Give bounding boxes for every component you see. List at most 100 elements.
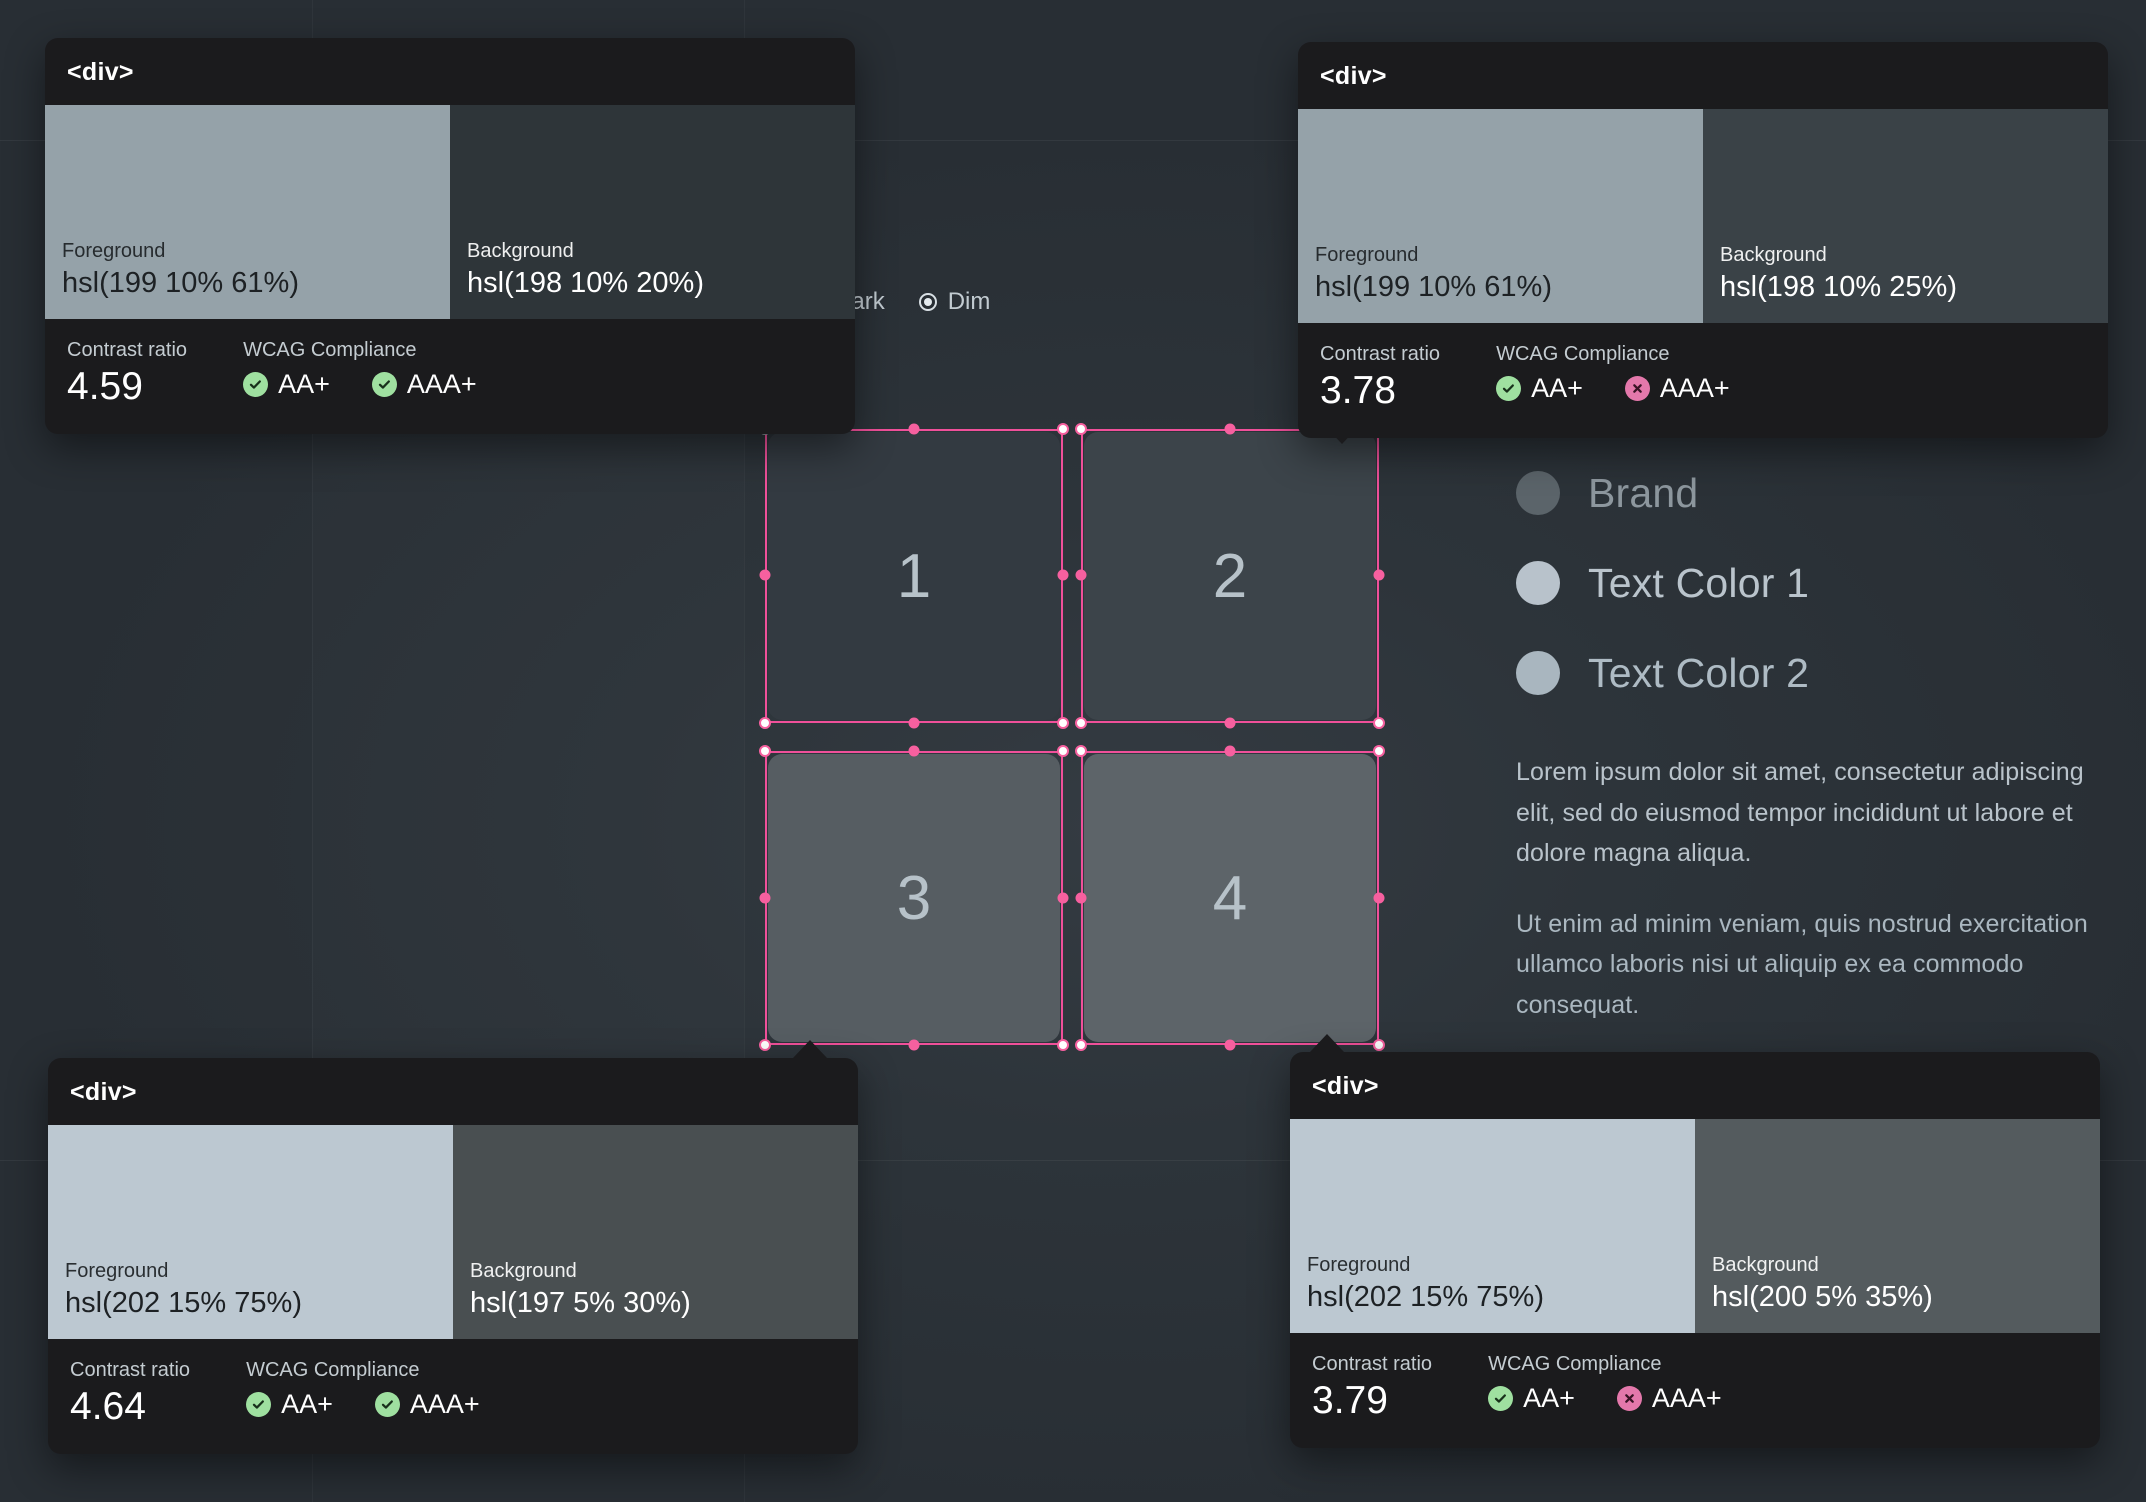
contrast-ratio-block: Contrast ratio 3.78 (1320, 343, 1440, 412)
resize-handle-ne[interactable] (1057, 745, 1069, 757)
contrast-card-bottom-left: <div> Foreground hsl(202 15% 75%) Backgr… (48, 1058, 858, 1454)
card-footer: Contrast ratio 4.59 WCAG Compliance AA+ … (45, 319, 855, 434)
check-icon (374, 1392, 400, 1417)
status-badge-aaa: AAA+ (1616, 1383, 1722, 1414)
check-icon (243, 372, 269, 397)
foreground-label: Foreground (1307, 1253, 1411, 1276)
wcag-badges: AA+ AAA+ (246, 1389, 480, 1420)
swatch-label: Brand (1588, 469, 1699, 516)
status-badge-aa: AA+ (243, 369, 330, 400)
resize-handle-se[interactable] (1373, 717, 1385, 729)
resize-handle-e[interactable] (1057, 892, 1069, 904)
foreground-swatch[interactable]: Foreground hsl(199 10% 61%) (1298, 109, 1703, 323)
foreground-swatch[interactable]: Foreground hsl(199 10% 61%) (45, 105, 450, 319)
status-badge-aa: AA+ (1496, 373, 1583, 404)
resize-handle-se[interactable] (1373, 1039, 1385, 1051)
grid-tile-3[interactable]: 3 (768, 754, 1060, 1042)
color-swatch-icon[interactable] (1516, 651, 1560, 695)
resize-handle-n[interactable] (1224, 745, 1236, 757)
theme-option-label: Dim (947, 288, 991, 315)
foreground-swatch[interactable]: Foreground hsl(202 15% 75%) (1290, 1119, 1695, 1333)
card-swatch-pair: Foreground hsl(199 10% 61%) Background h… (1298, 109, 2108, 323)
wcag-label: WCAG Compliance (246, 1359, 420, 1381)
card-swatch-pair: Foreground hsl(202 15% 75%) Background h… (1290, 1119, 2100, 1333)
contrast-ratio-value: 3.78 (1320, 369, 1396, 412)
background-swatch[interactable]: Background hsl(198 10% 20%) (450, 105, 855, 319)
contrast-ratio-value: 4.59 (67, 365, 143, 408)
card-footer: Contrast ratio 3.79 WCAG Compliance AA+ … (1290, 1333, 2100, 1448)
contrast-ratio-label: Contrast ratio (1320, 343, 1441, 365)
background-swatch[interactable]: Background hsl(200 5% 35%) (1695, 1119, 2100, 1333)
resize-handle-w[interactable] (759, 569, 771, 581)
resize-handle-w[interactable] (1075, 569, 1087, 581)
resize-handle-sw[interactable] (1075, 1039, 1087, 1051)
foreground-value: hsl(202 15% 75%) (1307, 1280, 1544, 1313)
card-element-tag: <div> (1320, 62, 1387, 90)
color-swatch-icon[interactable] (1516, 561, 1560, 605)
contrast-ratio-value: 3.79 (1312, 1379, 1388, 1422)
resize-handle-n[interactable] (908, 423, 920, 435)
status-badge-label: AA+ (1531, 373, 1583, 403)
resize-handle-nw[interactable] (1075, 423, 1087, 435)
check-icon (371, 372, 397, 397)
contrast-ratio-value: 4.64 (70, 1385, 146, 1428)
status-badge-aaa: AAA+ (374, 1389, 480, 1420)
background-label: Background (470, 1259, 577, 1282)
resize-handle-nw[interactable] (1075, 745, 1087, 757)
foreground-label: Foreground (65, 1259, 169, 1282)
background-label: Background (1712, 1253, 1819, 1276)
resize-handle-s[interactable] (1224, 1039, 1236, 1051)
check-icon (1488, 1386, 1514, 1411)
sample-paragraph-2: Ut enim ad minim veniam, quis nostrud ex… (1516, 909, 2088, 1019)
resize-handle-se[interactable] (1057, 1039, 1069, 1051)
background-value: hsl(200 5% 35%) (1712, 1280, 1933, 1313)
card-element-tag: <div> (67, 58, 134, 86)
contrast-card-bottom-right: <div> Foreground hsl(202 15% 75%) Backgr… (1290, 1052, 2100, 1448)
resize-handle-s[interactable] (908, 717, 920, 729)
theme-option-dim[interactable]: Dim (918, 288, 991, 316)
wcag-block: WCAG Compliance AA+ AAA+ (1488, 1353, 1722, 1414)
resize-handle-n[interactable] (1224, 423, 1236, 435)
resize-handle-w[interactable] (759, 892, 771, 904)
card-swatch-pair: Foreground hsl(202 15% 75%) Background h… (48, 1125, 858, 1339)
radio-selected-icon (918, 293, 937, 311)
grid-tile-label: 1 (896, 541, 932, 611)
resize-handle-ne[interactable] (1057, 423, 1069, 435)
grid-tile-1[interactable]: 1 (768, 432, 1060, 720)
swatch-row-brand: Brand (1516, 448, 2116, 538)
grid-tile-2[interactable]: 2 (1084, 432, 1376, 720)
resize-handle-sw[interactable] (759, 717, 771, 729)
card-swatch-pair: Foreground hsl(199 10% 61%) Background h… (45, 105, 855, 319)
contrast-ratio-label: Contrast ratio (67, 339, 188, 361)
resize-handle-s[interactable] (1224, 717, 1236, 729)
resize-handle-ne[interactable] (1373, 745, 1385, 757)
status-badge-label: AAA+ (409, 1389, 480, 1419)
color-swatch-icon[interactable] (1516, 471, 1560, 515)
resize-handle-e[interactable] (1373, 569, 1385, 581)
grid-tile-label: 2 (1212, 541, 1248, 611)
layout-grid: 1 2 3 4 (759, 423, 1390, 1062)
contrast-card-top-left: <div> Foreground hsl(199 10% 61%) Backgr… (45, 38, 855, 434)
foreground-swatch[interactable]: Foreground hsl(202 15% 75%) (48, 1125, 453, 1339)
background-swatch[interactable]: Background hsl(198 10% 25%) (1703, 109, 2108, 323)
sample-paragraph-1: Lorem ipsum dolor sit amet, consectetur … (1516, 758, 2084, 867)
contrast-ratio-label: Contrast ratio (70, 1359, 191, 1381)
resize-handle-e[interactable] (1373, 892, 1385, 904)
background-swatch[interactable]: Background hsl(197 5% 30%) (453, 1125, 858, 1339)
resize-handle-w[interactable] (1075, 892, 1087, 904)
resize-handle-n[interactable] (908, 745, 920, 757)
resize-handle-e[interactable] (1057, 569, 1069, 581)
resize-handle-sw[interactable] (1075, 717, 1087, 729)
grid-tile-4[interactable]: 4 (1084, 754, 1376, 1042)
status-badge-aa: AA+ (246, 1389, 333, 1420)
contrast-ratio-block: Contrast ratio 4.64 (70, 1359, 190, 1428)
grid-tile-label: 4 (1212, 863, 1248, 933)
resize-handle-sw[interactable] (759, 1039, 771, 1051)
contrast-card-top-right: <div> Foreground hsl(199 10% 61%) Backgr… (1298, 42, 2108, 438)
card-pointer-arrow-top-right (1325, 426, 1359, 444)
card-pointer-arrow-bottom-right (1310, 1034, 1344, 1052)
resize-handle-se[interactable] (1057, 717, 1069, 729)
resize-handle-s[interactable] (908, 1039, 920, 1051)
swatch-row-text-color-1: Text Color 1 (1516, 538, 2116, 628)
resize-handle-nw[interactable] (759, 745, 771, 757)
